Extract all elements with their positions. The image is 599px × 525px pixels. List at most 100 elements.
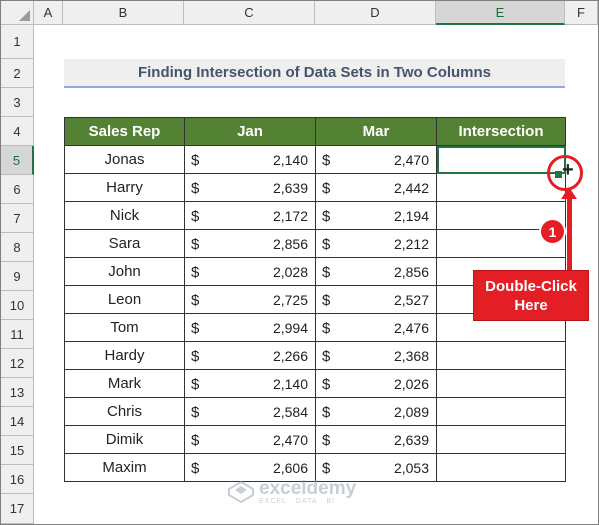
row-header-14[interactable]: 14	[1, 407, 34, 436]
currency-symbol: $	[322, 236, 331, 253]
cell-value: 2,856	[272, 236, 308, 252]
currency-symbol: $	[322, 348, 331, 365]
row-header-6[interactable]: 6	[1, 175, 34, 204]
cell-value: 2,442	[393, 180, 429, 196]
cell-mar[interactable]: $2,476	[315, 313, 437, 342]
row-header-2[interactable]: 2	[1, 59, 34, 88]
cell-jan[interactable]: $2,725	[184, 285, 316, 314]
exceldemy-logo-icon	[228, 481, 254, 503]
cell-sales-rep[interactable]: Leon	[64, 285, 185, 314]
cell-intersection[interactable]	[436, 145, 566, 174]
currency-symbol: $	[322, 376, 331, 393]
table-row: Chris $2,584 $2,089	[64, 397, 566, 426]
cell-jan[interactable]: $2,028	[184, 257, 316, 286]
row-header-8[interactable]: 8	[1, 233, 34, 262]
row-header-11[interactable]: 11	[1, 320, 34, 349]
currency-symbol: $	[322, 292, 331, 309]
cell-jan[interactable]: $2,856	[184, 229, 316, 258]
cell-sales-rep[interactable]: Jonas	[64, 145, 185, 174]
cell-sales-rep[interactable]: Maxim	[64, 453, 185, 482]
currency-symbol: $	[191, 460, 200, 477]
cell-mar[interactable]: $2,639	[315, 425, 437, 454]
cell-intersection[interactable]	[436, 397, 566, 426]
cell-mar[interactable]: $2,527	[315, 285, 437, 314]
row-header-7[interactable]: 7	[1, 204, 34, 233]
fill-handle[interactable]	[555, 171, 562, 178]
cell-value: 2,856	[393, 264, 429, 280]
cell-value: 2,140	[272, 152, 308, 168]
column-header-d[interactable]: D	[315, 1, 436, 25]
currency-symbol: $	[322, 208, 331, 225]
cell-jan[interactable]: $2,172	[184, 201, 316, 230]
cell-jan[interactable]: $2,994	[184, 313, 316, 342]
column-header-b[interactable]: B	[63, 1, 184, 25]
table-row: Mark $2,140 $2,026	[64, 369, 566, 398]
cell-intersection[interactable]	[436, 425, 566, 454]
cell-jan[interactable]: $2,639	[184, 173, 316, 202]
row-header-1[interactable]: 1	[1, 25, 34, 59]
row-header-12[interactable]: 12	[1, 349, 34, 378]
cell-sales-rep[interactable]: Tom	[64, 313, 185, 342]
cell-intersection[interactable]	[436, 341, 566, 370]
currency-symbol: $	[191, 404, 200, 421]
header-intersection[interactable]: Intersection	[436, 117, 566, 146]
currency-symbol: $	[191, 208, 200, 225]
arrow-shaft	[567, 197, 572, 270]
cell-jan[interactable]: $2,266	[184, 341, 316, 370]
cell-intersection[interactable]	[436, 173, 566, 202]
cell-value: 2,212	[393, 236, 429, 252]
cell-sales-rep[interactable]: Hardy	[64, 341, 185, 370]
cell-sales-rep[interactable]: Nick	[64, 201, 185, 230]
cell-jan[interactable]: $2,470	[184, 425, 316, 454]
column-header-a[interactable]: A	[34, 1, 63, 25]
column-header-c[interactable]: C	[184, 1, 315, 25]
cell-sales-rep[interactable]: Mark	[64, 369, 185, 398]
row-header-9[interactable]: 9	[1, 262, 34, 291]
row-header-17[interactable]: 17	[1, 494, 34, 524]
column-header-f[interactable]: F	[565, 1, 598, 25]
currency-symbol: $	[191, 180, 200, 197]
header-mar[interactable]: Mar	[315, 117, 437, 146]
header-jan[interactable]: Jan	[184, 117, 316, 146]
cell-intersection[interactable]	[436, 369, 566, 398]
cell-value: 2,368	[393, 348, 429, 364]
row-header-10[interactable]: 10	[1, 291, 34, 320]
cell-value: 2,194	[393, 208, 429, 224]
cell-jan[interactable]: $2,140	[184, 369, 316, 398]
header-sales-rep[interactable]: Sales Rep	[64, 117, 185, 146]
column-header-e[interactable]: E	[436, 1, 565, 25]
table-row: Harry $2,639 $2,442	[64, 173, 566, 202]
callout-line-1: Double-Click	[485, 277, 577, 295]
cell-mar[interactable]: $2,442	[315, 173, 437, 202]
cell-mar[interactable]: $2,856	[315, 257, 437, 286]
select-all-button[interactable]	[1, 1, 34, 25]
cell-mar[interactable]: $2,194	[315, 201, 437, 230]
cell-sales-rep[interactable]: Dimik	[64, 425, 185, 454]
row-header-15[interactable]: 15	[1, 436, 34, 465]
cell-value: 2,639	[272, 180, 308, 196]
currency-symbol: $	[322, 320, 331, 337]
cell-mar[interactable]: $2,089	[315, 397, 437, 426]
cell-jan[interactable]: $2,584	[184, 397, 316, 426]
watermark-tagline: EXCEL · DATA · BI	[259, 498, 335, 505]
row-header-5[interactable]: 5	[1, 146, 34, 175]
cell-mar[interactable]: $2,212	[315, 229, 437, 258]
cell-sales-rep[interactable]: John	[64, 257, 185, 286]
cell-jan[interactable]: $2,140	[184, 145, 316, 174]
cell-mar[interactable]: $2,470	[315, 145, 437, 174]
cell-value: 2,026	[393, 376, 429, 392]
cell-sales-rep[interactable]: Sara	[64, 229, 185, 258]
table-row: Nick $2,172 $2,194	[64, 201, 566, 230]
currency-symbol: $	[191, 292, 200, 309]
row-header-3[interactable]: 3	[1, 88, 34, 117]
cell-intersection[interactable]	[436, 453, 566, 482]
row-header-13[interactable]: 13	[1, 378, 34, 407]
currency-symbol: $	[191, 376, 200, 393]
cell-mar[interactable]: $2,026	[315, 369, 437, 398]
cell-sales-rep[interactable]: Chris	[64, 397, 185, 426]
row-header-4[interactable]: 4	[1, 117, 34, 146]
cell-value: 2,639	[393, 432, 429, 448]
row-header-16[interactable]: 16	[1, 465, 34, 494]
cell-mar[interactable]: $2,368	[315, 341, 437, 370]
cell-sales-rep[interactable]: Harry	[64, 173, 185, 202]
